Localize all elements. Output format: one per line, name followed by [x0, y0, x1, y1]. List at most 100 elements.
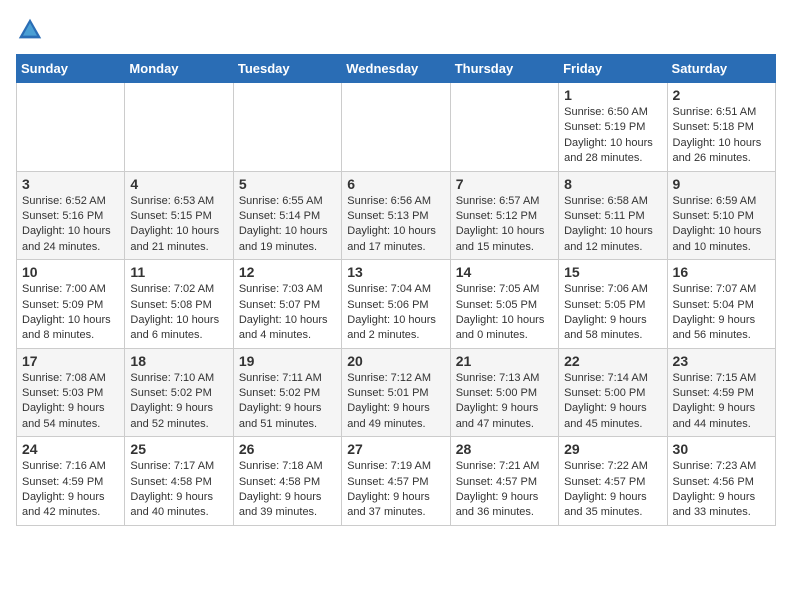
day-info: Sunrise: 7:05 AM Sunset: 5:05 PM Dayligh…	[456, 282, 553, 344]
day-number: 7	[456, 176, 553, 192]
day-info: Sunrise: 7:08 AM Sunset: 5:03 PM Dayligh…	[22, 371, 119, 433]
day-info: Sunrise: 7:17 AM Sunset: 4:58 PM Dayligh…	[130, 459, 227, 521]
day-info: Sunrise: 6:51 AM Sunset: 5:18 PM Dayligh…	[673, 105, 770, 167]
calendar-cell: 11 Sunrise: 7:02 AM Sunset: 5:08 PM Dayli…	[125, 260, 233, 349]
day-info: Sunrise: 6:52 AM Sunset: 5:16 PM Dayligh…	[22, 194, 119, 256]
day-number: 16	[673, 264, 770, 280]
calendar-cell: 7Sunrise: 6:57 AM Sunset: 5:12 PM Daylig…	[450, 171, 558, 260]
logo	[16, 16, 48, 44]
day-number: 28	[456, 441, 553, 457]
calendar-cell: 1 Sunrise: 6:50 AM Sunset: 5:19 PM Daylig…	[559, 83, 667, 172]
day-info: Sunrise: 7:12 AM Sunset: 5:01 PM Dayligh…	[347, 371, 444, 433]
day-number: 8	[564, 176, 661, 192]
calendar-cell: 22 Sunrise: 7:14 AM Sunset: 5:00 PM Dayli…	[559, 348, 667, 437]
calendar-cell: 20 Sunrise: 7:12 AM Sunset: 5:01 PM Dayli…	[342, 348, 450, 437]
day-number: 20	[347, 353, 444, 369]
day-number: 24	[22, 441, 119, 457]
calendar-cell: 2 Sunrise: 6:51 AM Sunset: 5:18 PM Daylig…	[667, 83, 775, 172]
calendar-cell: 28 Sunrise: 7:21 AM Sunset: 4:57 PM Dayli…	[450, 437, 558, 526]
day-info: Sunrise: 7:22 AM Sunset: 4:57 PM Dayligh…	[564, 459, 661, 521]
day-info: Sunrise: 7:14 AM Sunset: 5:00 PM Dayligh…	[564, 371, 661, 433]
day-number: 18	[130, 353, 227, 369]
day-number: 9	[673, 176, 770, 192]
day-info: Sunrise: 7:02 AM Sunset: 5:08 PM Dayligh…	[130, 282, 227, 344]
calendar-cell: 24Sunrise: 7:16 AM Sunset: 4:59 PM Dayli…	[17, 437, 125, 526]
calendar-cell: 13 Sunrise: 7:04 AM Sunset: 5:06 PM Dayli…	[342, 260, 450, 349]
weekday-header-saturday: Saturday	[667, 55, 775, 83]
calendar-cell: 17 Sunrise: 7:08 AM Sunset: 5:03 PM Dayli…	[17, 348, 125, 437]
day-info: Sunrise: 7:04 AM Sunset: 5:06 PM Dayligh…	[347, 282, 444, 344]
day-info: Sunrise: 7:19 AM Sunset: 4:57 PM Dayligh…	[347, 459, 444, 521]
weekday-header-sunday: Sunday	[17, 55, 125, 83]
day-info: Sunrise: 7:21 AM Sunset: 4:57 PM Dayligh…	[456, 459, 553, 521]
calendar-cell: 26 Sunrise: 7:18 AM Sunset: 4:58 PM Dayli…	[233, 437, 341, 526]
calendar-cell: 3 Sunrise: 6:52 AM Sunset: 5:16 PM Daylig…	[17, 171, 125, 260]
day-info: Sunrise: 7:10 AM Sunset: 5:02 PM Dayligh…	[130, 371, 227, 433]
day-info: Sunrise: 7:23 AM Sunset: 4:56 PM Dayligh…	[673, 459, 770, 521]
weekday-header-wednesday: Wednesday	[342, 55, 450, 83]
calendar-cell: 25 Sunrise: 7:17 AM Sunset: 4:58 PM Dayli…	[125, 437, 233, 526]
calendar-cell: 10 Sunrise: 7:00 AM Sunset: 5:09 PM Dayli…	[17, 260, 125, 349]
day-info: Sunrise: 7:06 AM Sunset: 5:05 PM Dayligh…	[564, 282, 661, 344]
day-number: 11	[130, 264, 227, 280]
calendar-cell	[342, 83, 450, 172]
calendar-cell	[125, 83, 233, 172]
day-info: Sunrise: 7:15 AM Sunset: 4:59 PM Dayligh…	[673, 371, 770, 433]
calendar-cell: 12 Sunrise: 7:03 AM Sunset: 5:07 PM Dayli…	[233, 260, 341, 349]
week-row-1: 1 Sunrise: 6:50 AM Sunset: 5:19 PM Daylig…	[17, 83, 776, 172]
day-info: Sunrise: 7:00 AM Sunset: 5:09 PM Dayligh…	[22, 282, 119, 344]
calendar-cell: 21Sunrise: 7:13 AM Sunset: 5:00 PM Dayli…	[450, 348, 558, 437]
day-info: Sunrise: 6:53 AM Sunset: 5:15 PM Dayligh…	[130, 194, 227, 256]
day-number: 14	[456, 264, 553, 280]
day-number: 4	[130, 176, 227, 192]
day-number: 15	[564, 264, 661, 280]
calendar-cell: 14 Sunrise: 7:05 AM Sunset: 5:05 PM Dayli…	[450, 260, 558, 349]
calendar-cell: 19 Sunrise: 7:11 AM Sunset: 5:02 PM Dayli…	[233, 348, 341, 437]
week-row-3: 10 Sunrise: 7:00 AM Sunset: 5:09 PM Dayli…	[17, 260, 776, 349]
day-number: 19	[239, 353, 336, 369]
weekday-header-tuesday: Tuesday	[233, 55, 341, 83]
header	[16, 16, 776, 44]
calendar-cell: 27 Sunrise: 7:19 AM Sunset: 4:57 PM Dayli…	[342, 437, 450, 526]
week-row-2: 3 Sunrise: 6:52 AM Sunset: 5:16 PM Daylig…	[17, 171, 776, 260]
day-number: 27	[347, 441, 444, 457]
calendar-cell: 5Sunrise: 6:55 AM Sunset: 5:14 PM Daylig…	[233, 171, 341, 260]
day-info: Sunrise: 7:07 AM Sunset: 5:04 PM Dayligh…	[673, 282, 770, 344]
day-info: Sunrise: 7:03 AM Sunset: 5:07 PM Dayligh…	[239, 282, 336, 344]
day-number: 30	[673, 441, 770, 457]
day-number: 22	[564, 353, 661, 369]
day-number: 13	[347, 264, 444, 280]
day-number: 26	[239, 441, 336, 457]
calendar-cell	[17, 83, 125, 172]
day-number: 21	[456, 353, 553, 369]
day-info: Sunrise: 7:11 AM Sunset: 5:02 PM Dayligh…	[239, 371, 336, 433]
weekday-header-row: SundayMondayTuesdayWednesdayThursdayFrid…	[17, 55, 776, 83]
weekday-header-thursday: Thursday	[450, 55, 558, 83]
day-number: 1	[564, 87, 661, 103]
day-number: 17	[22, 353, 119, 369]
calendar-cell: 23 Sunrise: 7:15 AM Sunset: 4:59 PM Dayli…	[667, 348, 775, 437]
calendar-cell: 30 Sunrise: 7:23 AM Sunset: 4:56 PM Dayli…	[667, 437, 775, 526]
logo-icon	[16, 16, 44, 44]
calendar-cell: 15 Sunrise: 7:06 AM Sunset: 5:05 PM Dayli…	[559, 260, 667, 349]
day-info: Sunrise: 7:18 AM Sunset: 4:58 PM Dayligh…	[239, 459, 336, 521]
week-row-4: 17 Sunrise: 7:08 AM Sunset: 5:03 PM Dayli…	[17, 348, 776, 437]
calendar-cell	[233, 83, 341, 172]
day-number: 3	[22, 176, 119, 192]
day-info: Sunrise: 6:50 AM Sunset: 5:19 PM Dayligh…	[564, 105, 661, 167]
day-number: 12	[239, 264, 336, 280]
day-number: 25	[130, 441, 227, 457]
day-number: 23	[673, 353, 770, 369]
calendar-cell	[450, 83, 558, 172]
calendar-cell: 9 Sunrise: 6:59 AM Sunset: 5:10 PM Daylig…	[667, 171, 775, 260]
day-number: 10	[22, 264, 119, 280]
day-info: Sunrise: 6:58 AM Sunset: 5:11 PM Dayligh…	[564, 194, 661, 256]
day-number: 29	[564, 441, 661, 457]
weekday-header-friday: Friday	[559, 55, 667, 83]
day-info: Sunrise: 6:59 AM Sunset: 5:10 PM Dayligh…	[673, 194, 770, 256]
calendar-cell: 29 Sunrise: 7:22 AM Sunset: 4:57 PM Dayli…	[559, 437, 667, 526]
day-number: 5	[239, 176, 336, 192]
calendar-cell: 16 Sunrise: 7:07 AM Sunset: 5:04 PM Dayli…	[667, 260, 775, 349]
day-info: Sunrise: 6:56 AM Sunset: 5:13 PM Dayligh…	[347, 194, 444, 256]
day-number: 2	[673, 87, 770, 103]
